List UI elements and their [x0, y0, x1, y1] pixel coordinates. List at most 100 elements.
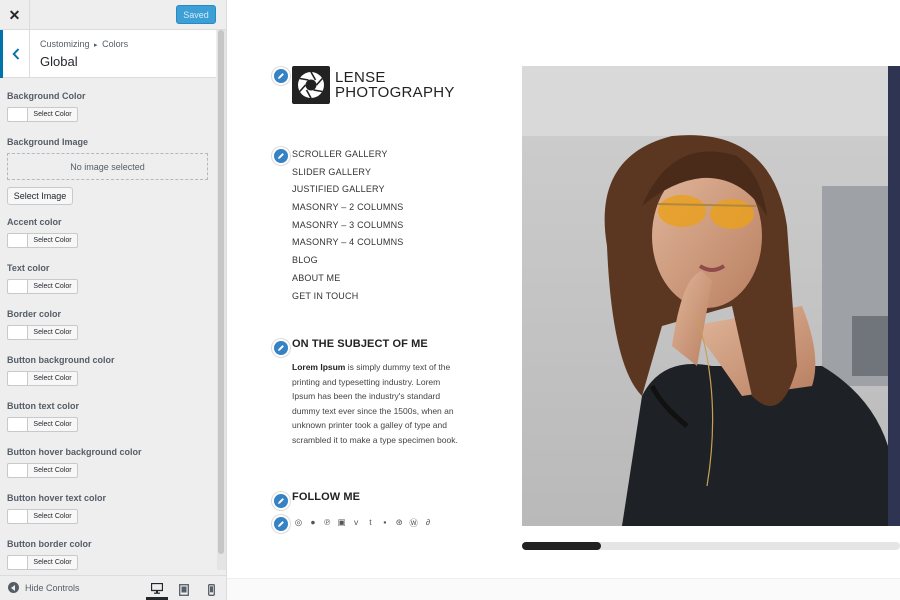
edit-follow-widget-shortcut[interactable]	[272, 492, 290, 510]
tablet-icon	[179, 584, 189, 596]
about-bold-text: Lorem Ipsum	[292, 362, 345, 372]
mobile-icon	[208, 584, 215, 596]
label-background-image: Background Image	[7, 137, 88, 147]
breadcrumb-parent: Customizing	[40, 39, 90, 49]
menu-item-masonry-3[interactable]: MASONRY – 3 COLUMNS	[292, 219, 404, 237]
youtube-icon[interactable]: ▣	[337, 517, 346, 529]
edit-social-shortcut[interactable]	[272, 515, 290, 533]
label-button-text-color: Button text color	[7, 401, 79, 411]
dribbble-icon[interactable]: ⊛	[395, 517, 404, 529]
aperture-icon	[296, 70, 326, 100]
slider-progress-track[interactable]	[522, 542, 900, 550]
close-button[interactable]: ✕	[0, 0, 30, 30]
select-color-label: Select Color	[28, 234, 77, 247]
wordpress-icon[interactable]: Ⓦ	[409, 517, 418, 529]
about-widget-title: ON THE SUBJECT OF ME	[292, 338, 428, 350]
edit-about-widget-shortcut[interactable]	[272, 339, 290, 357]
select-color-label: Select Color	[28, 418, 77, 431]
pencil-icon	[277, 72, 285, 80]
edit-menu-shortcut[interactable]	[272, 147, 290, 165]
button-text-color-picker[interactable]: Select Color	[7, 417, 78, 432]
site-preview: LENSE PHOTOGRAPHY SCROLLER GALLERY SLIDE…	[227, 0, 900, 600]
site-title-line2: PHOTOGRAPHY	[335, 85, 455, 100]
device-desktop-button[interactable]	[146, 580, 168, 600]
menu-item-masonry-2[interactable]: MASONRY – 2 COLUMNS	[292, 201, 404, 219]
edit-logo-shortcut[interactable]	[272, 67, 290, 85]
menu-item-scroller-gallery[interactable]: SCROLLER GALLERY	[292, 148, 404, 166]
select-color-label: Select Color	[28, 464, 77, 477]
menu-item-blog[interactable]: BLOG	[292, 254, 404, 272]
next-slide-edge[interactable]	[888, 66, 900, 526]
menu-item-about-me[interactable]: ABOUT ME	[292, 272, 404, 290]
site-logo[interactable]	[292, 66, 330, 104]
color-swatch	[8, 418, 28, 431]
close-icon: ✕	[9, 7, 21, 24]
label-text-color: Text color	[7, 263, 49, 273]
chevron-left-icon	[12, 48, 20, 60]
tumblr-icon[interactable]: t	[366, 517, 375, 529]
color-swatch	[8, 372, 28, 385]
saved-button[interactable]: Saved	[176, 5, 216, 24]
vimeo-icon[interactable]: v	[352, 517, 361, 529]
select-color-label: Select Color	[28, 556, 77, 569]
back-button[interactable]	[0, 30, 30, 78]
caret-right-icon: ▸	[94, 42, 98, 49]
section-header: Customizing ▸ Colors Global	[0, 30, 216, 78]
about-widget-text: Lorem Ipsum is simply dummy text of the …	[292, 360, 460, 448]
label-button-background-color: Button background color	[7, 355, 115, 365]
color-swatch	[8, 464, 28, 477]
menu-item-justified-gallery[interactable]: JUSTIFIED GALLERY	[292, 183, 404, 201]
slider-progress-fill[interactable]	[522, 542, 601, 550]
button-border-color-picker[interactable]: Select Color	[7, 555, 78, 570]
button-hover-background-color-picker[interactable]: Select Color	[7, 463, 78, 478]
label-button-border-color: Button border color	[7, 539, 92, 549]
pencil-icon	[277, 520, 285, 528]
500px-alt-icon[interactable]: ∂	[424, 517, 433, 529]
color-swatch	[8, 510, 28, 523]
device-tablet-button[interactable]	[173, 580, 195, 600]
instagram-icon[interactable]: ◎	[294, 517, 303, 529]
pencil-icon	[277, 344, 285, 352]
customizer-footer: Hide Controls	[0, 575, 226, 600]
hero-photo[interactable]	[522, 66, 888, 526]
select-color-label: Select Color	[28, 108, 77, 121]
label-button-hover-background-color: Button hover background color	[7, 447, 142, 457]
section-title: Global	[40, 54, 78, 69]
select-color-label: Select Color	[28, 372, 77, 385]
menu-item-slider-gallery[interactable]: SLIDER GALLERY	[292, 166, 404, 184]
label-background-color: Background Color	[7, 91, 86, 101]
portrait-photo-image	[522, 66, 888, 526]
menu-item-masonry-4[interactable]: MASONRY – 4 COLUMNS	[292, 236, 404, 254]
social-links: ◎ ● ℗ ▣ v t ▪ ⊛ Ⓦ ∂	[294, 517, 433, 529]
scrollbar-thumb[interactable]	[218, 30, 224, 554]
collapse-icon	[8, 582, 19, 593]
menu-item-get-in-touch[interactable]: GET IN TOUCH	[292, 290, 404, 308]
pencil-icon	[277, 152, 285, 160]
customizer-header: ✕ Saved	[0, 0, 226, 30]
flickr-icon[interactable]: ▪	[380, 517, 389, 529]
label-border-color: Border color	[7, 309, 61, 319]
hide-controls-button[interactable]: Hide Controls	[8, 582, 80, 593]
label-accent-color: Accent color	[7, 217, 62, 227]
color-swatch	[8, 556, 28, 569]
color-swatch	[8, 280, 28, 293]
500px-icon[interactable]: ●	[308, 517, 317, 529]
accent-color-picker[interactable]: Select Color	[7, 233, 78, 248]
border-color-picker[interactable]: Select Color	[7, 325, 78, 340]
label-button-hover-text-color: Button hover text color	[7, 493, 106, 503]
sidebar-scrollbar[interactable]	[217, 30, 226, 570]
main-menu: SCROLLER GALLERY SLIDER GALLERY JUSTIFIE…	[292, 148, 404, 307]
color-swatch	[8, 326, 28, 339]
background-color-picker[interactable]: Select Color	[7, 107, 78, 122]
text-color-picker[interactable]: Select Color	[7, 279, 78, 294]
site-title[interactable]: LENSE PHOTOGRAPHY	[335, 70, 455, 100]
color-swatch	[8, 108, 28, 121]
button-background-color-picker[interactable]: Select Color	[7, 371, 78, 386]
desktop-icon	[151, 583, 163, 594]
device-mobile-button[interactable]	[200, 580, 222, 600]
button-hover-text-color-picker[interactable]: Select Color	[7, 509, 78, 524]
select-image-button[interactable]: Select Image	[7, 187, 73, 205]
follow-widget-title: FOLLOW ME	[292, 491, 360, 503]
pinterest-icon[interactable]: ℗	[323, 517, 332, 529]
select-color-label: Select Color	[28, 280, 77, 293]
